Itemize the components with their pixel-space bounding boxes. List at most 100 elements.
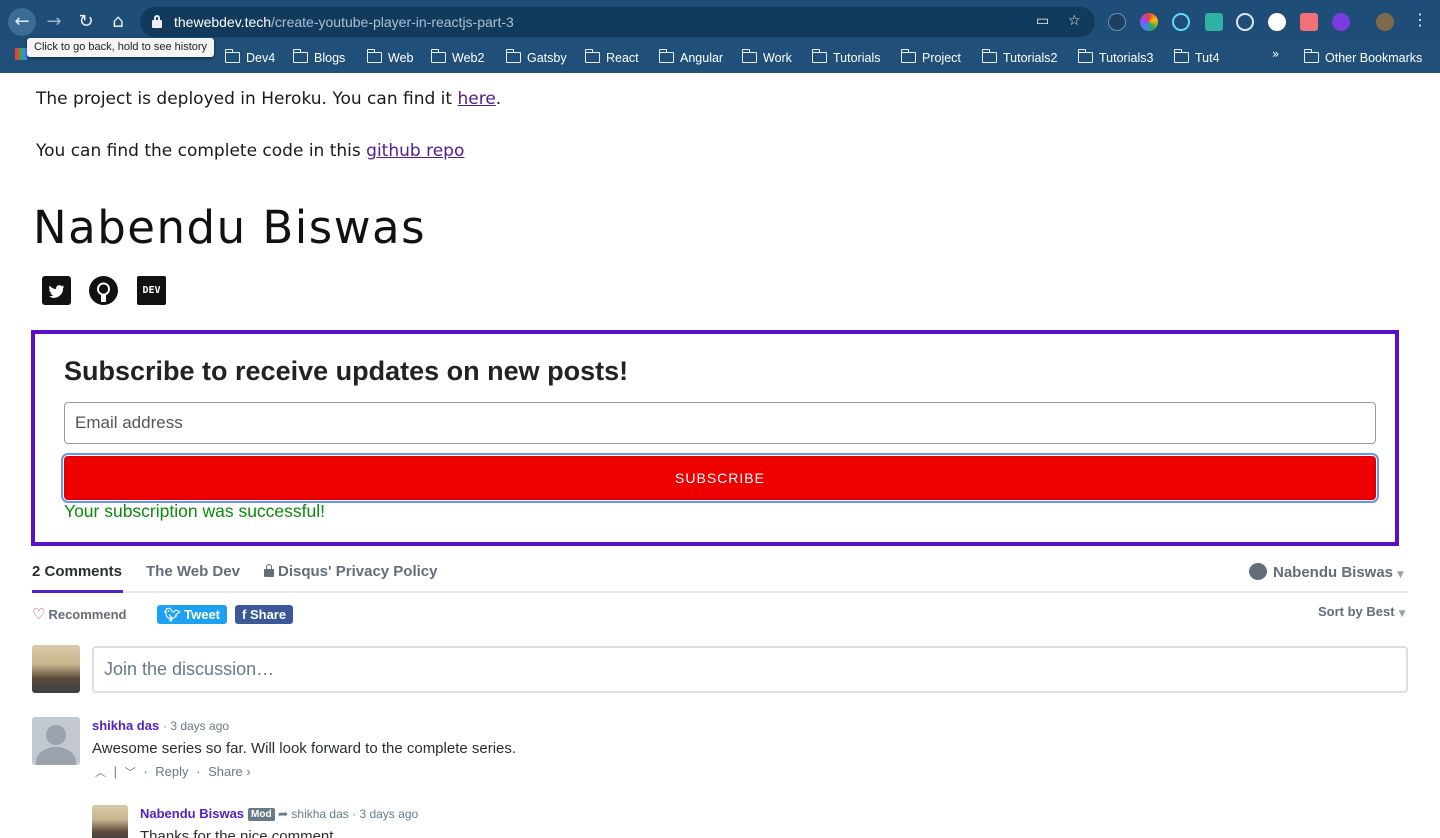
apps-grid-icon[interactable] — [15, 48, 27, 60]
comment-actions: ︿ | ﹀ · Reply · Share › — [92, 764, 251, 780]
bookmark-work[interactable]: Work — [741, 47, 792, 69]
folder-icon — [658, 49, 674, 63]
chat-bubble-icon — [1249, 563, 1267, 580]
browser-chrome: ← → ↻ ⌂ thewebdev.tech/create-youtube-pl… — [0, 0, 1440, 73]
chevron-down-icon: ▼ — [1398, 609, 1406, 619]
url-host: thewebdev.tech — [174, 14, 272, 30]
extension-purple-icon[interactable] — [1332, 13, 1350, 31]
heroku-link[interactable]: here — [457, 89, 495, 109]
bookmark-blogs[interactable]: Blogs — [292, 47, 345, 69]
extension-h-icon[interactable] — [1268, 13, 1286, 31]
bookmark-web2[interactable]: Web2 — [430, 47, 484, 69]
reply-author: Nabendu Biswas Mod — [140, 806, 275, 821]
subscribe-box: Subscribe to receive updates on new post… — [31, 330, 1399, 546]
upvote-icon[interactable]: ︿ — [95, 766, 106, 779]
comment-author[interactable]: shikha das — [92, 718, 159, 733]
bookmark-star-icon[interactable]: ☆ — [1068, 13, 1081, 29]
home-icon[interactable]: ⌂ — [104, 8, 132, 36]
folder-icon — [1173, 49, 1189, 63]
browser-menu-icon[interactable]: ⋮ — [1412, 10, 1428, 29]
extension-video-icon[interactable] — [1300, 13, 1318, 31]
url-text[interactable]: thewebdev.tech/create-youtube-player-in-… — [174, 14, 514, 30]
url-path: /create-youtube-player-in-reactjs-part-3 — [271, 14, 514, 30]
facebook-share-button[interactable]: f Share — [235, 605, 294, 624]
extension-target-icon[interactable] — [1236, 13, 1254, 31]
chevron-down-icon: ▼ — [1397, 570, 1404, 580]
bookmarks-overflow-icon[interactable]: » — [1272, 47, 1279, 61]
github-icon[interactable] — [89, 276, 118, 305]
join-discussion-input[interactable] — [92, 646, 1408, 693]
email-field[interactable] — [64, 402, 1376, 444]
folder-icon — [1077, 49, 1093, 63]
bookmark-tutorials[interactable]: Tutorials — [811, 47, 880, 69]
folder-icon — [1303, 49, 1319, 63]
avatar[interactable] — [92, 805, 128, 838]
sort-dropdown[interactable]: Sort by Best ▼ — [1318, 604, 1406, 619]
reload-icon[interactable]: ↻ — [72, 8, 100, 36]
user-menu[interactable]: Nabendu Biswas ▼ — [1249, 563, 1404, 581]
share-link[interactable]: Share › — [208, 764, 251, 779]
reply-link[interactable]: Reply — [155, 764, 188, 779]
profile-avatar-icon[interactable] — [1376, 13, 1394, 31]
browser-toolbar: ← → ↻ ⌂ thewebdev.tech/create-youtube-pl… — [0, 0, 1440, 44]
subscription-success-message: Your subscription was successful! — [64, 501, 326, 521]
lock-icon — [264, 564, 274, 577]
folder-icon — [584, 49, 600, 63]
folder-icon — [366, 49, 382, 63]
bookmark-react[interactable]: React — [584, 47, 639, 69]
cast-icon[interactable]: ▭ — [1036, 13, 1049, 29]
facebook-icon: f — [242, 607, 250, 622]
bookmark-angular[interactable]: Angular — [658, 47, 723, 69]
twitter-bird-icon: 🐦︎ — [164, 607, 185, 622]
avatar — [32, 645, 80, 693]
bookmark-tut4[interactable]: Tut4 — [1173, 47, 1220, 69]
extension-color-icon[interactable] — [1140, 13, 1158, 31]
subscribe-title: Subscribe to receive updates on new post… — [64, 356, 629, 386]
folder-icon — [741, 49, 757, 63]
back-arrow-icon[interactable]: ← — [8, 8, 36, 36]
subscribe-button[interactable]: SUBSCRIBE — [61, 453, 1379, 503]
bookmark-web[interactable]: Web — [366, 47, 413, 69]
folder-icon — [224, 49, 240, 63]
address-bar[interactable]: thewebdev.tech/create-youtube-player-in-… — [140, 7, 1095, 37]
deploy-paragraph: The project is deployed in Heroku. You c… — [36, 89, 502, 109]
separator-dot: · — [196, 764, 201, 779]
tab-comments[interactable]: 2 Comments — [32, 563, 122, 580]
dev-icon[interactable]: DEV — [137, 276, 166, 305]
folder-icon — [292, 49, 308, 63]
recommend-button[interactable]: ♡ Recommend — [32, 605, 126, 623]
comment-body: Awesome series so far. Will look forward… — [92, 740, 517, 757]
vote-divider: | — [113, 764, 118, 779]
downvote-icon[interactable]: ﹀ — [125, 766, 136, 779]
separator-dot: · — [143, 764, 148, 779]
folder-icon — [981, 49, 997, 63]
extension-json-icon[interactable] — [1108, 13, 1126, 31]
back-tooltip: Click to go back, hold to see history — [27, 38, 215, 57]
bookmark-tutorials3[interactable]: Tutorials3 — [1077, 47, 1153, 69]
reply-body: Thanks for the nice comment — [140, 828, 334, 838]
forward-arrow-icon[interactable]: → — [40, 8, 68, 36]
twitter-icon[interactable] — [42, 276, 71, 305]
tab-privacy-policy[interactable]: Disqus' Privacy Policy — [264, 563, 437, 580]
author-name: Nabendu Biswas — [33, 201, 427, 254]
comment-time[interactable]: · 3 days ago — [163, 719, 229, 733]
reply-to: ➦ shikha das · 3 days ago — [278, 807, 419, 821]
code-paragraph: You can find the complete code in this g… — [36, 141, 465, 161]
mod-badge: Mod — [248, 808, 275, 821]
avatar[interactable] — [32, 717, 80, 765]
bookmark-gatsby[interactable]: Gatsby — [505, 47, 567, 69]
lock-icon — [152, 15, 162, 28]
bookmark-dev4[interactable]: Dev4 — [224, 47, 275, 69]
bookmark-project[interactable]: Project — [900, 47, 961, 69]
github-repo-link[interactable]: github repo — [366, 141, 464, 161]
bookmark-other[interactable]: Other Bookmarks — [1303, 47, 1422, 69]
extension-react-icon[interactable] — [1172, 13, 1190, 31]
extension-pen-icon[interactable] — [1205, 13, 1223, 31]
active-tab-underline — [32, 590, 123, 593]
tabs-divider — [32, 591, 1408, 593]
bookmark-tutorials2[interactable]: Tutorials2 — [981, 47, 1057, 69]
heart-icon: ♡ — [32, 605, 46, 623]
tab-the-web-dev[interactable]: The Web Dev — [146, 563, 240, 580]
folder-icon — [900, 49, 916, 63]
tweet-button[interactable]: 🐦︎ Tweet — [157, 605, 228, 624]
